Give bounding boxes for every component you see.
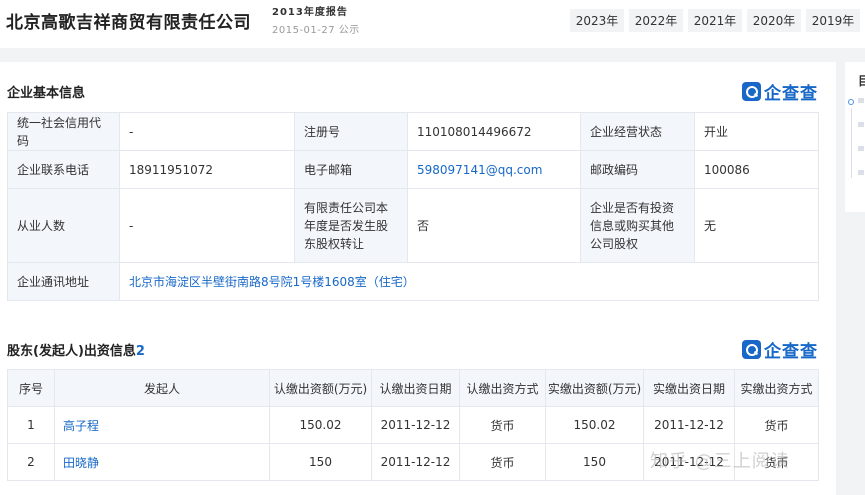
operating-status-label: 企业经营状态 [580, 112, 695, 151]
column-header: 实缴出资方式 [734, 369, 819, 407]
table-header-row: 序号 发起人 认缴出资额(万元) 认缴出资日期 认缴出资方式 实缴出资额(万元)… [7, 369, 819, 407]
column-header: 认缴出资日期 [371, 369, 460, 407]
side-nav-item[interactable] [858, 170, 864, 175]
table-row: 1 高子程 150.02 2011-12-12 货币 150.02 2011-1… [7, 406, 819, 444]
report-title: 2013年度报告 [272, 7, 348, 18]
registration-number-label: 注册号 [294, 112, 408, 151]
investment-info-label: 企业是否有投资信息或购买其他公司股权 [580, 188, 695, 263]
investment-info-value: 无 [694, 188, 819, 263]
year-tab-2023[interactable]: 2023年 [570, 9, 624, 32]
watermark: 知乎 @三上阅读 [650, 451, 790, 472]
column-header: 实缴出资额(万元) [545, 369, 644, 407]
qichacha-logo: 企查查 [742, 337, 818, 362]
basic-info-title: 企业基本信息 [7, 86, 86, 101]
table-row: 统一社会信用代码 - 注册号 110108014496672 企业经营状态 开业 [7, 112, 819, 151]
year-tab-2021[interactable]: 2021年 [688, 9, 742, 32]
qichacha-logo-text: 企查查 [764, 342, 818, 362]
shareholders-count: 2 [135, 344, 145, 359]
phone-label: 企业联系电话 [7, 150, 120, 189]
email-label: 电子邮箱 [294, 150, 408, 189]
qichacha-logo-icon [742, 82, 761, 101]
qichacha-logo-icon [742, 340, 761, 359]
subscribed-amount: 150.02 [269, 406, 372, 444]
paid-amount: 150 [545, 443, 644, 481]
year-tabs: 2023年 2022年 2021年 2020年 2019年 [570, 9, 860, 32]
row-index: 2 [7, 443, 55, 481]
side-nav-item[interactable] [858, 98, 864, 103]
registration-number-value: 110108014496672 [407, 112, 581, 151]
column-header: 实缴出资日期 [643, 369, 735, 407]
address-label: 企业通讯地址 [7, 262, 120, 301]
subscribed-date: 2011-12-12 [371, 443, 460, 481]
column-header: 序号 [7, 369, 55, 407]
paid-method: 货币 [734, 406, 819, 444]
basic-info-table: 统一社会信用代码 - 注册号 110108014496672 企业经营状态 开业… [7, 112, 819, 301]
table-row: 企业联系电话 18911951072 电子邮箱 598097141@qq.com… [7, 150, 819, 189]
paid-amount: 150.02 [545, 406, 644, 444]
postal-code-value: 100086 [694, 150, 819, 189]
report-content: 企业基本信息 企查查 统一社会信用代码 - 注册号 11010801449667… [0, 62, 836, 495]
side-nav-item[interactable] [858, 146, 864, 151]
subscribed-amount: 150 [269, 443, 372, 481]
equity-transfer-value: 否 [407, 188, 581, 263]
shareholders-title: 股东(发起人)出资信息2 [7, 340, 145, 359]
shareholders-title-text: 股东(发起人)出资信息 [7, 344, 136, 359]
report-publish-date: 2015-01-27 公示 [272, 25, 360, 36]
side-nav: 目 [845, 62, 865, 212]
operating-status-value: 开业 [694, 112, 819, 151]
phone-value: 18911951072 [119, 150, 295, 189]
shareholder-name-link[interactable]: 田晓静 [54, 443, 270, 481]
subscribed-method: 货币 [459, 443, 546, 481]
employee-count-value: - [119, 188, 295, 263]
company-name: 北京高歌吉祥商贸有限责任公司 [6, 13, 251, 33]
credit-code-value: - [119, 112, 295, 151]
table-row: 从业人数 - 有限责任公司本年度是否发生股东股权转让 否 企业是否有投资信息或购… [7, 188, 819, 263]
year-tab-2020[interactable]: 2020年 [747, 9, 801, 32]
equity-transfer-label: 有限责任公司本年度是否发生股东股权转让 [294, 188, 408, 263]
credit-code-label: 统一社会信用代码 [7, 112, 120, 151]
column-header: 认缴出资方式 [459, 369, 546, 407]
column-header: 认缴出资额(万元) [269, 369, 372, 407]
side-nav-active-dot [848, 99, 854, 105]
postal-code-label: 邮政编码 [580, 150, 695, 189]
email-link[interactable]: 598097141@qq.com [407, 150, 581, 189]
employee-count-label: 从业人数 [7, 188, 120, 263]
qichacha-logo-text: 企查查 [764, 84, 818, 104]
subscribed-method: 货币 [459, 406, 546, 444]
side-nav-label[interactable]: 目 [858, 72, 865, 89]
table-row: 企业通讯地址 北京市海淀区半壁街南路8号院1号楼1608室（住宅） [7, 262, 819, 301]
subscribed-date: 2011-12-12 [371, 406, 460, 444]
report-header: 北京高歌吉祥商贸有限责任公司 2013年度报告 2015-01-27 公示 20… [0, 0, 865, 48]
address-link[interactable]: 北京市海淀区半壁街南路8号院1号楼1608室（住宅） [119, 262, 819, 301]
column-header: 发起人 [54, 369, 270, 407]
year-tab-2022[interactable]: 2022年 [629, 9, 683, 32]
row-index: 1 [7, 406, 55, 444]
side-nav-track [851, 108, 852, 178]
year-tab-2019[interactable]: 2019年 [806, 9, 860, 32]
side-nav-item[interactable] [858, 122, 864, 127]
paid-date: 2011-12-12 [643, 406, 735, 444]
shareholder-name-link[interactable]: 高子程 [54, 406, 270, 444]
qichacha-logo: 企查查 [742, 79, 818, 104]
